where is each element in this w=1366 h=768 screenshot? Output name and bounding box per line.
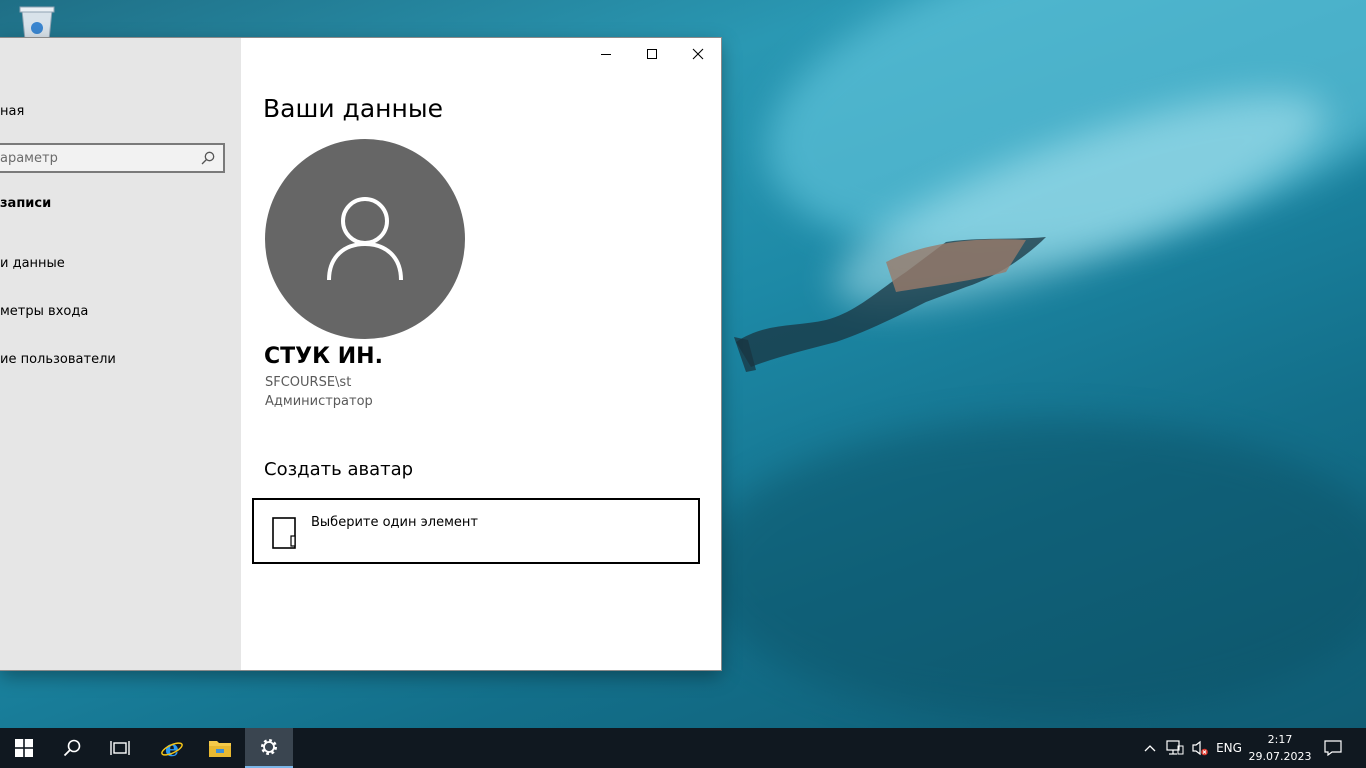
notification-icon [1324,740,1342,756]
taskbar: e ENG 2:17 29.07.2023 [0,728,1366,768]
file-explorer-icon [209,741,231,757]
sidebar-item-other-users[interactable]: ие пользователи [0,352,116,367]
avatar [265,139,465,339]
taskbar-search-button[interactable] [48,728,96,768]
settings-search-input[interactable] [0,148,190,168]
sidebar-item-sign-in-options[interactable]: метры входа [0,304,88,319]
taskbar-clock[interactable]: 2:17 29.07.2023 [1245,731,1315,765]
svg-text:e: e [165,736,179,760]
recycle-bin-icon[interactable] [18,6,56,40]
clock-date: 29.07.2023 [1248,750,1312,763]
task-view-button[interactable] [96,728,144,768]
settings-taskbar-button[interactable] [245,728,293,768]
wallpaper-deep-water [700,420,1366,720]
task-view-icon [110,741,130,755]
sidebar-section-title: записи [0,196,52,211]
input-language-indicator[interactable]: ENG [1214,728,1244,768]
choose-item-button[interactable]: Выберите один элемент [252,498,700,564]
file-explorer-button[interactable] [196,728,244,768]
page-title: Ваши данные [263,94,443,123]
settings-gear-icon [261,739,277,755]
clock-time: 2:17 [1267,733,1293,746]
search-icon [63,739,81,757]
user-name: СТУК ИН. [264,344,383,369]
user-role: Администратор [265,394,373,409]
start-icon [15,739,33,757]
user-avatar-icon [327,197,403,281]
settings-window: ная записи и данные метры входа ие польз… [0,38,721,670]
settings-search-box[interactable] [0,143,225,173]
action-center-button[interactable] [1320,728,1346,768]
diver-image [734,237,1046,372]
user-account: SFCOURSE\st [265,375,352,390]
search-icon[interactable] [201,151,215,165]
volume-muted-icon [1192,740,1208,756]
choose-item-label: Выберите один элемент [311,515,478,530]
volume-tray-button[interactable] [1188,728,1212,768]
settings-sidebar: ная записи и данные метры входа ие польз… [0,38,241,670]
file-icon [272,517,296,549]
sidebar-home-link[interactable]: ная [0,104,24,119]
sidebar-item-your-info[interactable]: и данные [0,256,65,271]
create-avatar-title: Создать аватар [264,459,414,480]
settings-content: Ваши данные СТУК ИН. SFCOURSE\st Админис… [241,38,721,670]
internet-explorer-icon: e [161,736,183,760]
internet-explorer-button[interactable]: e [148,728,196,768]
show-hidden-icons-button[interactable] [1138,728,1162,768]
start-button[interactable] [0,728,48,768]
network-icon [1166,740,1184,755]
chevron-up-icon [1144,745,1156,752]
network-tray-button[interactable] [1163,728,1187,768]
